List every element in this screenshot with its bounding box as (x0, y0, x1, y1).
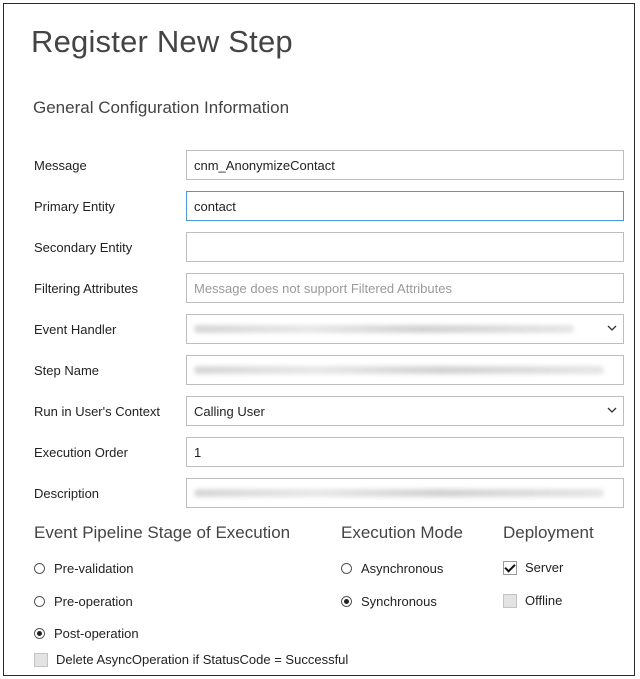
secondary-entity-label: Secondary Entity (34, 240, 133, 255)
pre-operation-label: Pre-operation (54, 594, 133, 609)
execution-order-label: Execution Order (34, 445, 128, 460)
description-row: Description (0, 478, 640, 508)
dialog-title: Register New Step (31, 24, 293, 59)
radio-selected-icon (341, 596, 352, 607)
run-context-row: Run in User's Context Calling User (0, 396, 640, 426)
event-handler-label: Event Handler (34, 322, 117, 337)
step-name-label: Step Name (34, 363, 100, 378)
description-value-redacted (194, 489, 604, 497)
radio-selected-icon (34, 628, 45, 639)
execution-order-row: Execution Order 1 (0, 437, 640, 467)
section-general-config: General Configuration Information (33, 98, 290, 117)
server-checkbox[interactable]: Server (503, 560, 563, 575)
asynchronous-radio[interactable]: Asynchronous (341, 561, 443, 576)
step-name-field[interactable] (186, 355, 624, 385)
post-operation-radio[interactable]: Post-operation (34, 626, 139, 641)
radio-unselected-icon (34, 596, 45, 607)
pre-operation-radio[interactable]: Pre-operation (34, 594, 133, 609)
offline-checkbox[interactable]: Offline (503, 593, 562, 608)
description-field[interactable] (186, 478, 624, 508)
secondary-entity-field[interactable] (186, 232, 624, 262)
step-name-value-redacted (194, 366, 604, 374)
synchronous-label: Synchronous (361, 594, 437, 609)
run-context-select[interactable]: Calling User (186, 396, 624, 426)
run-context-value: Calling User (194, 403, 265, 419)
server-label: Server (525, 560, 564, 575)
deployment-heading: Deployment (503, 523, 594, 542)
filtering-attributes-row: Filtering Attributes Message does not su… (0, 273, 640, 303)
radio-unselected-icon (34, 563, 45, 574)
execution-mode-heading: Execution Mode (341, 523, 463, 542)
message-label: Message (34, 158, 87, 173)
filtering-attributes-label: Filtering Attributes (34, 281, 139, 296)
synchronous-radio[interactable]: Synchronous (341, 594, 437, 609)
event-handler-value-redacted (194, 325, 574, 333)
chevron-down-icon (607, 325, 617, 331)
asynchronous-label: Asynchronous (361, 561, 444, 576)
run-context-label: Run in User's Context (34, 404, 161, 419)
primary-entity-label: Primary Entity (34, 199, 115, 214)
message-row: Message cnm_AnonymizeContact (0, 150, 640, 180)
primary-entity-field[interactable]: contact (186, 191, 624, 221)
checkbox-checked-icon (503, 560, 517, 575)
post-operation-label: Post-operation (54, 626, 139, 641)
checkbox-disabled-icon (503, 593, 517, 608)
radio-unselected-icon (341, 563, 352, 574)
message-field[interactable]: cnm_AnonymizeContact (186, 150, 624, 180)
event-handler-row: Event Handler (0, 314, 640, 344)
pre-validation-label: Pre-validation (54, 561, 134, 576)
chevron-down-icon (607, 407, 617, 413)
secondary-entity-row: Secondary Entity (0, 232, 640, 262)
primary-entity-row: Primary Entity contact (0, 191, 640, 221)
pipeline-stage-heading: Event Pipeline Stage of Execution (34, 523, 291, 542)
delete-async-label: Delete AsyncOperation if StatusCode = Su… (56, 652, 349, 667)
offline-label: Offline (525, 593, 563, 608)
execution-order-field[interactable]: 1 (186, 437, 624, 467)
checkbox-disabled-icon (34, 652, 48, 667)
pre-validation-radio[interactable]: Pre-validation (34, 561, 134, 576)
description-label: Description (34, 486, 100, 501)
step-name-row: Step Name (0, 355, 640, 385)
filtering-attributes-field: Message does not support Filtered Attrib… (186, 273, 624, 303)
delete-async-checkbox[interactable]: Delete AsyncOperation if StatusCode = Su… (34, 652, 348, 667)
event-handler-select[interactable] (186, 314, 624, 344)
